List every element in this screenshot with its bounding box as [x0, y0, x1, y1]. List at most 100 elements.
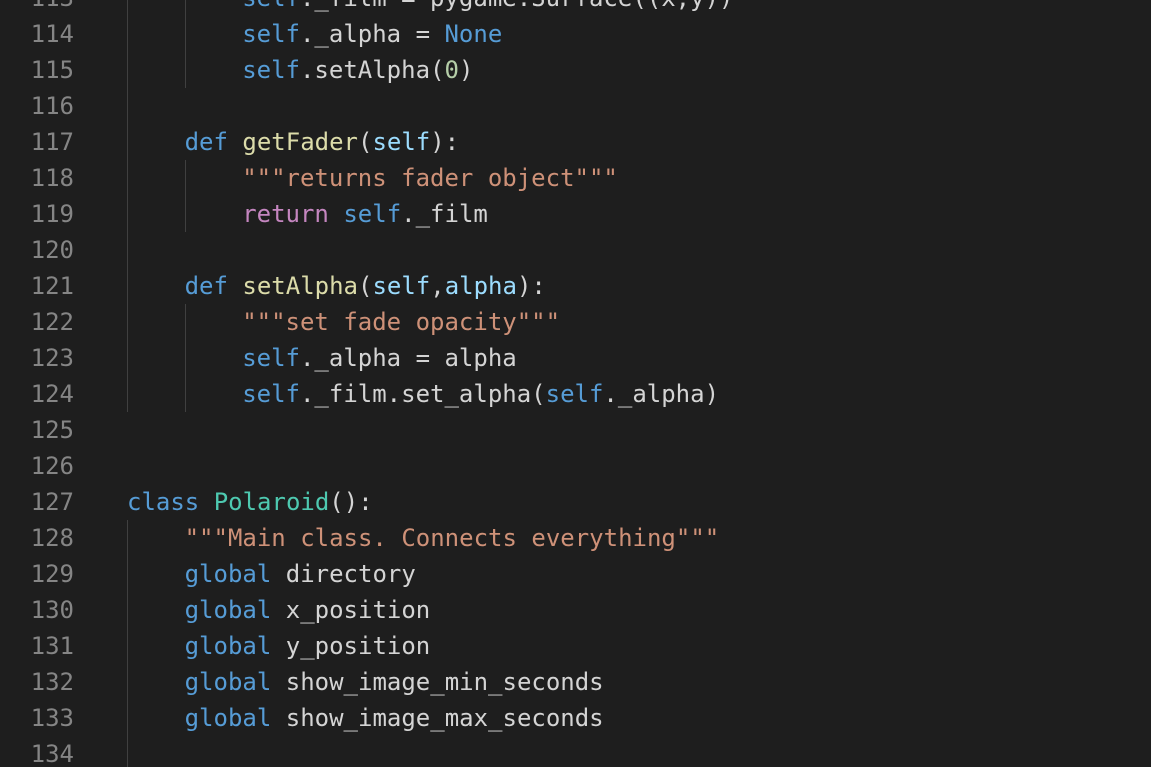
code-token: """returns fader object""" [242, 164, 618, 192]
code-line[interactable]: 118 """returns fader object""" [0, 160, 1151, 196]
code-token: global [184, 560, 286, 588]
line-number: 115 [30, 56, 74, 84]
code-line[interactable]: 121 def setAlpha(self,alpha): [0, 268, 1151, 304]
code-token: ._alpha = [299, 20, 445, 48]
code-text: self._alpha = alpha [242, 340, 517, 376]
code-line[interactable]: 131 global y_position [0, 628, 1151, 664]
code-line[interactable]: 113 self._film = pygame.Surface((x,y)) [0, 0, 1151, 16]
line-number: 131 [30, 632, 74, 660]
line-number: 114 [30, 20, 74, 48]
code-line[interactable]: 133 global show_image_max_seconds [0, 700, 1151, 736]
code-token: ._film = pygame.Surface((x,y)) [300, 0, 733, 12]
indent-guide [184, 196, 186, 232]
indent-guide [127, 376, 128, 412]
code-line[interactable]: 119 return self._film [0, 196, 1151, 232]
code-line[interactable]: 128 """Main class. Connects everything""" [0, 520, 1151, 556]
code-token: class [127, 488, 214, 516]
code-line[interactable]: 126 [0, 448, 1151, 484]
code-token: self [545, 380, 604, 408]
code-token: .setAlpha( [299, 56, 445, 84]
code-line[interactable]: 129 global directory [0, 556, 1151, 592]
code-token: def [184, 272, 243, 300]
code-token: , [430, 272, 445, 300]
indent-guide [127, 124, 128, 160]
code-line[interactable]: 130 global x_position [0, 592, 1151, 628]
code-token: ( [357, 272, 373, 300]
line-number: 125 [30, 416, 74, 444]
line-number: 118 [30, 164, 74, 192]
code-line[interactable]: 114 self._alpha = None [0, 16, 1151, 52]
code-line[interactable]: 122 """set fade opacity""" [0, 304, 1151, 340]
code-text: global directory [185, 556, 416, 592]
code-token: return [242, 200, 344, 228]
code-token: ) [458, 56, 474, 84]
indent-guide [127, 16, 128, 52]
code-token: global [184, 704, 286, 732]
code-text: self._alpha = None [242, 16, 502, 52]
code-token: 0 [444, 56, 459, 84]
indent-guide [127, 196, 128, 232]
code-token: self [242, 0, 300, 12]
code-line[interactable]: 134 [0, 736, 1151, 767]
code-text: global show_image_max_seconds [185, 700, 604, 736]
code-text: class Polaroid(): [127, 484, 373, 520]
code-line[interactable]: 132 global show_image_min_seconds [0, 664, 1151, 700]
indent-guide [127, 304, 128, 340]
code-text: self._film = pygame.Surface((x,y)) [242, 0, 733, 16]
code-token: self [242, 56, 300, 84]
code-token: global [184, 668, 286, 696]
indent-guide [127, 664, 128, 700]
line-number: 127 [30, 488, 74, 516]
code-line[interactable]: 116 [0, 88, 1151, 124]
indent-guide [127, 628, 128, 664]
code-token: def [184, 128, 243, 156]
code-line[interactable]: 127 class Polaroid(): [0, 484, 1151, 520]
code-token: """set fade opacity""" [242, 308, 561, 336]
indent-guide [127, 736, 128, 767]
indent-guide [184, 304, 186, 340]
code-token: alpha [444, 272, 517, 300]
code-token: self [242, 344, 300, 372]
code-line[interactable]: 123 self._alpha = alpha [0, 340, 1151, 376]
code-token: ._film.set_alpha( [299, 380, 546, 408]
indent-guide [184, 52, 186, 88]
line-number: 129 [30, 560, 74, 588]
code-token: self [372, 272, 431, 300]
code-token: None [444, 20, 503, 48]
code-token: self [242, 20, 300, 48]
line-number: 120 [30, 236, 74, 264]
code-line[interactable]: 120 [0, 232, 1151, 268]
indent-guide [184, 160, 186, 196]
code-editor[interactable]: 113self._film = pygame.Surface((x,y))114… [0, 0, 1151, 767]
code-token: self [242, 380, 300, 408]
code-text: self.setAlpha(0) [242, 52, 473, 88]
code-text: global x_position [185, 592, 431, 628]
code-text: """returns fader object""" [242, 160, 618, 196]
code-text: def getFader(self): [185, 124, 460, 160]
line-number: 117 [30, 128, 74, 156]
code-token: ._alpha = alpha [299, 344, 517, 372]
indent-guide [127, 556, 128, 592]
indent-guide [184, 0, 186, 16]
code-token: x_position [285, 596, 431, 624]
line-number: 123 [30, 344, 74, 372]
code-token: show_image_max_seconds [285, 704, 604, 732]
indent-guide [127, 520, 128, 556]
code-token: self [343, 200, 402, 228]
code-line[interactable]: 115 self.setAlpha(0) [0, 52, 1151, 88]
indent-guide [127, 52, 128, 88]
code-token: setAlpha [242, 272, 358, 300]
line-number: 113 [0, 0, 74, 16]
code-token: self [372, 128, 431, 156]
code-text: def setAlpha(self,alpha): [185, 268, 546, 304]
code-line[interactable]: 124 self._film.set_alpha(self._alpha) [0, 376, 1151, 412]
code-token: global [184, 596, 286, 624]
line-number: 122 [30, 308, 74, 336]
code-token: ._film [401, 200, 488, 228]
line-number: 126 [30, 452, 74, 480]
code-token: """Main class. Connects everything""" [184, 524, 720, 552]
code-line[interactable]: 125 [0, 412, 1151, 448]
code-text: """Main class. Connects everything""" [185, 520, 720, 556]
code-text: global show_image_min_seconds [185, 664, 604, 700]
code-line[interactable]: 117 def getFader(self): [0, 124, 1151, 160]
